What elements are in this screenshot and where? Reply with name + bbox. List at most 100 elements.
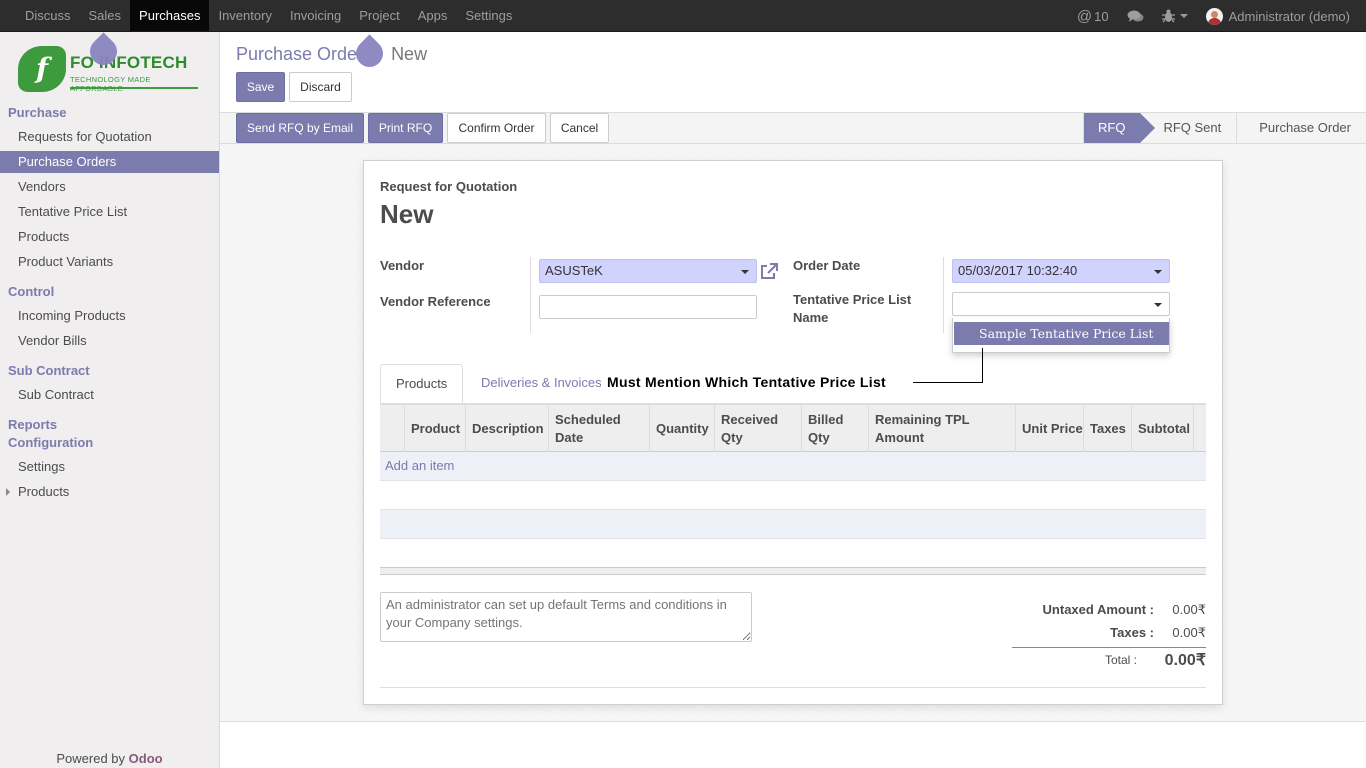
menu-inventory[interactable]: Inventory <box>209 0 280 31</box>
sidebar-section-purchase[interactable]: Purchase <box>8 105 67 120</box>
step-rfq[interactable]: RFQ <box>1082 113 1157 143</box>
logo-mark: f <box>18 46 66 92</box>
sidebar-item-vendors[interactable]: Vendors <box>0 176 219 198</box>
mentions-button[interactable]: @ 10 <box>1077 8 1109 25</box>
tab-deliveries-invoices[interactable]: Deliveries & Invoices <box>481 364 602 404</box>
order-lines-footer <box>380 567 1206 575</box>
column-remaining-tpl-amount[interactable]: Remaining TPL Amount <box>868 405 1015 452</box>
sidebar-item-purchase-orders[interactable]: Purchase Orders <box>0 151 219 173</box>
tentative-price-list-dropdown: Sample Tentative Price List <box>952 318 1170 353</box>
chevron-down-icon <box>1154 303 1162 307</box>
powered-by: Powered by Odoo <box>0 751 219 766</box>
column-unit-price[interactable]: Unit Price <box>1015 405 1083 452</box>
confirm-order-button[interactable]: Confirm Order <box>447 113 546 143</box>
tentative-price-list-label: Tentative Price List Name <box>793 291 911 327</box>
order-date-field[interactable]: 05/03/2017 10:32:40 <box>952 259 1170 283</box>
send-rfq-email-button[interactable]: Send RFQ by Email <box>236 113 364 143</box>
avatar <box>1205 7 1223 25</box>
debug-button[interactable] <box>1161 9 1188 23</box>
save-button[interactable]: Save <box>236 72 285 102</box>
odoo-link[interactable]: Odoo <box>129 751 163 766</box>
menu-settings[interactable]: Settings <box>456 0 521 31</box>
menu-discuss[interactable]: Discuss <box>16 0 80 31</box>
annotation-text: Must Mention Which Tentative Price List <box>607 374 887 390</box>
discard-button[interactable]: Discard <box>289 72 352 102</box>
breadcrumb-current: New <box>391 44 428 64</box>
table-row <box>380 481 1206 510</box>
form-sheet: Request for Quotation New Vendor Vendor … <box>363 160 1223 705</box>
column-description[interactable]: Description <box>465 405 548 452</box>
external-link-icon[interactable] <box>759 262 779 281</box>
sidebar-item-label: Products <box>18 484 70 499</box>
chevron-down-icon <box>1179 14 1188 18</box>
logo-underline <box>70 87 198 89</box>
add-item-link[interactable]: Add an item <box>385 458 454 473</box>
column-billed-qty[interactable]: Billed Qty <box>801 405 868 452</box>
expand-arrow-icon <box>6 488 10 496</box>
vendor-select[interactable]: ASUSTeK <box>539 259 757 283</box>
order-lines-header: Product Description Scheduled Date Quant… <box>380 404 1206 452</box>
menu-project[interactable]: Project <box>350 0 408 31</box>
column-product[interactable]: Product <box>404 405 465 452</box>
sidebar-item-settings[interactable]: Settings <box>0 456 219 478</box>
totals-divider <box>1012 647 1206 648</box>
sidebar-item-vendor-bills[interactable]: Vendor Bills <box>0 330 219 352</box>
app-menu: Discuss Sales Purchases Inventory Invoic… <box>16 0 521 32</box>
column-taxes[interactable]: Taxes <box>1083 405 1131 452</box>
order-date-value: 05/03/2017 10:32:40 <box>958 263 1078 278</box>
column-quantity[interactable]: Quantity <box>649 405 714 452</box>
sidebar-item-products[interactable]: Products <box>0 226 219 248</box>
column-received-qty[interactable]: Received Qty <box>714 405 801 452</box>
menu-apps[interactable]: Apps <box>409 0 457 31</box>
systray: @ 10 Administrator (demo) <box>1059 0 1350 32</box>
total-value: 0.00₹ <box>1164 652 1206 669</box>
sidebar-item-requests-for-quotation[interactable]: Requests for Quotation <box>0 126 219 148</box>
cancel-button[interactable]: Cancel <box>550 113 609 143</box>
taxes-value: 0.00₹ <box>1172 625 1206 640</box>
vendor-reference-label: Vendor Reference <box>380 294 491 309</box>
user-menu[interactable]: Administrator (demo) <box>1205 7 1350 25</box>
sidebar-item-incoming-products[interactable]: Incoming Products <box>0 305 219 327</box>
sidebar-section-sub-contract[interactable]: Sub Contract <box>8 363 90 378</box>
sidebar-section-configuration[interactable]: Configuration <box>8 435 93 450</box>
user-name: Administrator (demo) <box>1228 8 1350 24</box>
sidebar-item-config-products[interactable]: Products <box>0 481 219 503</box>
terms-conditions-textarea[interactable] <box>380 592 752 642</box>
chat-button[interactable] <box>1127 9 1144 23</box>
top-navbar: Discuss Sales Purchases Inventory Invoic… <box>0 0 1366 32</box>
dropdown-option-sample-tpl[interactable]: Sample Tentative Price List <box>954 322 1169 345</box>
vendor-value: ASUSTeK <box>545 263 603 278</box>
powered-by-text: Powered by <box>56 751 126 766</box>
step-purchase-order[interactable]: Purchase Order <box>1236 113 1366 143</box>
chevron-down-icon <box>741 270 749 274</box>
tpl-label-line2: Name <box>793 310 829 325</box>
annotation-line <box>982 348 983 383</box>
breadcrumb-parent[interactable]: Purchase Orde <box>236 44 357 64</box>
untaxed-amount-value: 0.00₹ <box>1172 602 1206 617</box>
sheet-bottom-divider <box>380 687 1206 688</box>
sidebar-item-sub-contract[interactable]: Sub Contract <box>0 384 219 406</box>
tentative-price-list-select[interactable] <box>952 292 1170 316</box>
column-scheduled-date[interactable]: Scheduled Date <box>548 405 649 452</box>
sidebar-section-control[interactable]: Control <box>8 284 54 299</box>
table-row <box>380 510 1206 539</box>
print-rfq-button[interactable]: Print RFQ <box>368 113 443 143</box>
vendor-reference-input[interactable] <box>539 295 757 319</box>
menu-invoicing[interactable]: Invoicing <box>281 0 350 31</box>
mentions-count: 10 <box>1094 8 1109 24</box>
tab-products[interactable]: Products <box>380 364 464 404</box>
logo-name: FO INFOTECH <box>70 53 188 72</box>
sidebar-item-product-variants[interactable]: Product Variants <box>0 251 219 273</box>
sidebar-section-reports[interactable]: Reports <box>8 417 57 432</box>
column-subtotal[interactable]: Subtotal <box>1131 405 1193 452</box>
logo-tagline: TECHNOLOGY MADE AFFORDABLE <box>70 75 151 93</box>
menu-purchases[interactable]: Purchases <box>130 0 210 31</box>
add-item-row: Add an item <box>380 452 1206 481</box>
menu-sales[interactable]: Sales <box>80 0 131 31</box>
table-row <box>380 539 1206 568</box>
vendor-label: Vendor <box>380 258 425 273</box>
sidebar-item-tentative-price-list[interactable]: Tentative Price List <box>0 201 219 223</box>
annotation-line <box>913 382 983 383</box>
bug-icon <box>1161 9 1175 23</box>
handle-column <box>380 405 404 452</box>
